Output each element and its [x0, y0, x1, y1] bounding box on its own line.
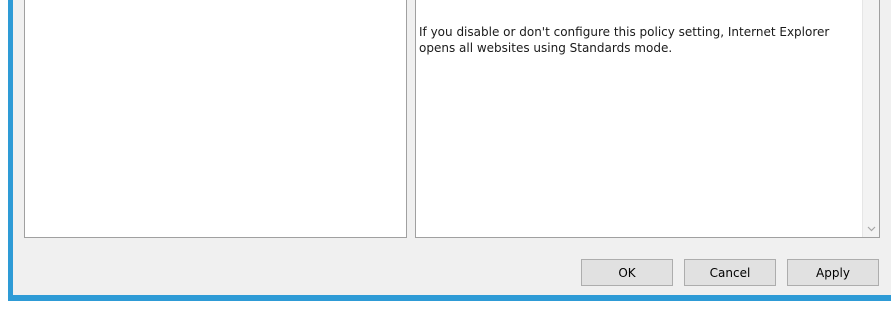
window-frame-bottom — [8, 295, 891, 301]
policy-settings-dialog: If you disable or don't configure this p… — [0, 0, 891, 316]
help-text: If you disable or don't configure this p… — [419, 25, 830, 55]
chevron-down-icon[interactable] — [863, 220, 879, 237]
ok-button[interactable]: OK — [581, 259, 673, 286]
apply-button[interactable]: Apply — [787, 259, 879, 286]
options-panel[interactable] — [24, 0, 407, 238]
help-panel[interactable]: If you disable or don't configure this p… — [415, 0, 880, 238]
help-scrollbar[interactable] — [862, 0, 879, 237]
cancel-button[interactable]: Cancel — [684, 259, 776, 286]
